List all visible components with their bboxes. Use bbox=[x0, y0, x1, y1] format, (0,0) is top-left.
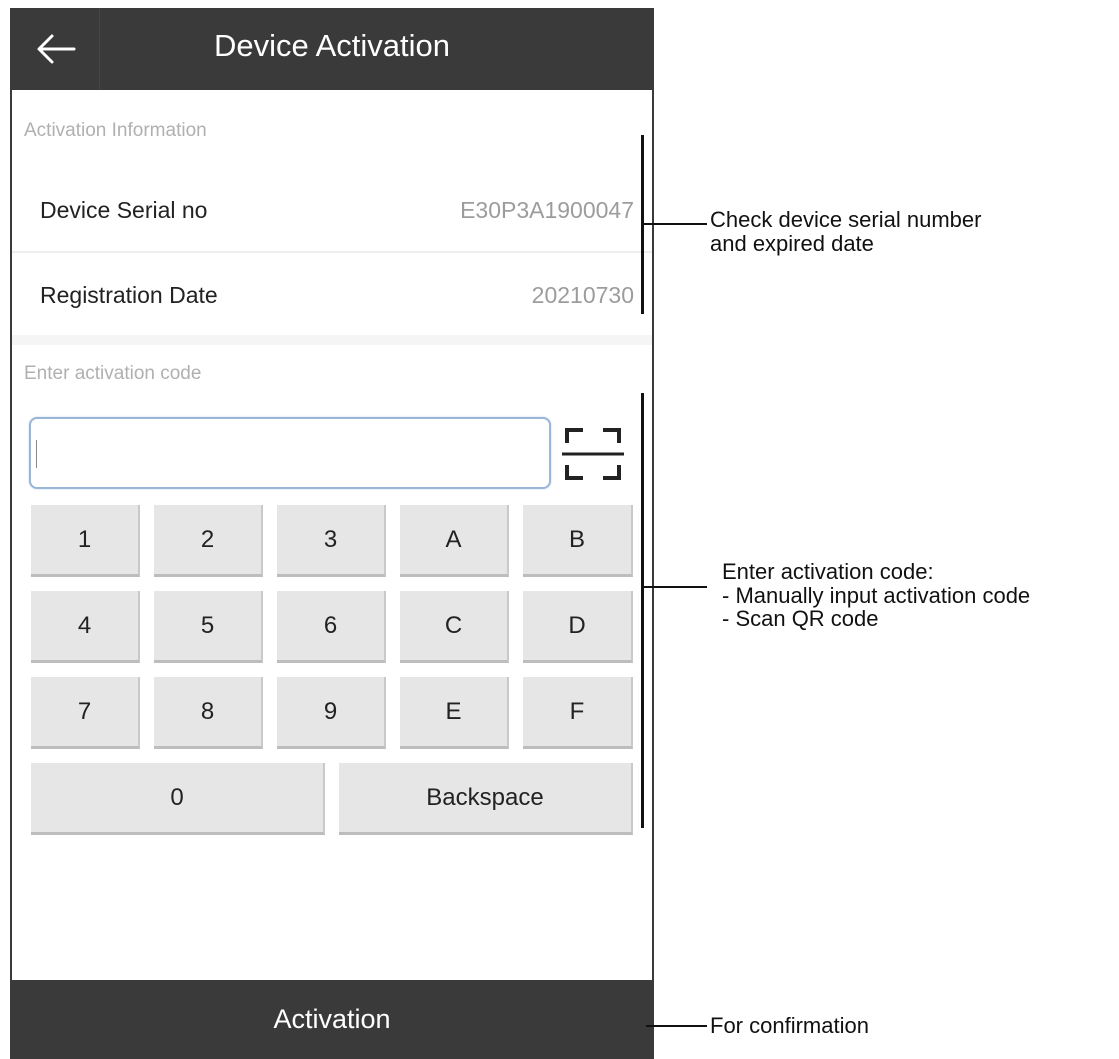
key-f[interactable]: F bbox=[523, 677, 633, 749]
device-serial-label: Device Serial no bbox=[40, 196, 208, 223]
key-3[interactable]: 3 bbox=[277, 505, 386, 577]
device-serial-row: Device Serial no E30P3A1900047 bbox=[12, 168, 652, 252]
code-note-line-1: Enter activation code: bbox=[722, 559, 934, 584]
registration-date-row: Registration Date 20210730 bbox=[12, 253, 652, 337]
activation-button[interactable]: Activation bbox=[12, 980, 652, 1059]
key-4[interactable]: 4 bbox=[31, 591, 140, 663]
key-0[interactable]: 0 bbox=[31, 763, 325, 835]
device-serial-value: E30P3A1900047 bbox=[460, 196, 634, 223]
code-note-line-2: - Manually input activation code bbox=[722, 583, 1031, 608]
key-a[interactable]: A bbox=[400, 505, 509, 577]
enter-code-label: Enter activation code bbox=[24, 363, 202, 384]
registration-date-value: 20210730 bbox=[531, 281, 634, 308]
key-8[interactable]: 8 bbox=[154, 677, 263, 749]
activation-info-label: Activation Information bbox=[24, 120, 207, 141]
top-bar: Device Activation bbox=[12, 8, 652, 90]
device-activation-screen: Device Activation Activation Information… bbox=[10, 8, 654, 1059]
key-2[interactable]: 2 bbox=[154, 505, 263, 577]
code-note-line-3: - Scan QR code bbox=[722, 606, 879, 631]
back-button[interactable] bbox=[12, 8, 100, 90]
qr-scan-icon bbox=[562, 428, 624, 480]
key-e[interactable]: E bbox=[400, 677, 509, 749]
key-c[interactable]: C bbox=[400, 591, 509, 663]
key-1[interactable]: 1 bbox=[31, 505, 140, 577]
callout-leader-code bbox=[643, 586, 707, 588]
key-d[interactable]: D bbox=[523, 591, 633, 663]
key-5[interactable]: 5 bbox=[154, 591, 263, 663]
confirm-note: For confirmation bbox=[710, 1013, 869, 1038]
activation-code-input[interactable] bbox=[29, 417, 551, 489]
callout-leader-info bbox=[643, 223, 707, 225]
backspace-key[interactable]: Backspace bbox=[339, 763, 633, 835]
arrow-left-icon bbox=[37, 34, 75, 64]
section-gap bbox=[12, 335, 652, 345]
scan-qr-button[interactable] bbox=[561, 425, 625, 483]
info-note-line-2: and expired date bbox=[710, 231, 874, 256]
text-cursor bbox=[36, 440, 37, 468]
page-title: Device Activation bbox=[213, 28, 451, 63]
callout-leader-confirm bbox=[646, 1025, 707, 1027]
key-9[interactable]: 9 bbox=[277, 677, 386, 749]
info-note-line-1: Check device serial number bbox=[710, 207, 982, 232]
registration-date-label: Registration Date bbox=[40, 281, 218, 308]
key-7[interactable]: 7 bbox=[31, 677, 140, 749]
key-6[interactable]: 6 bbox=[277, 591, 386, 663]
callout-bracket-code bbox=[641, 393, 644, 828]
key-b[interactable]: B bbox=[523, 505, 633, 577]
